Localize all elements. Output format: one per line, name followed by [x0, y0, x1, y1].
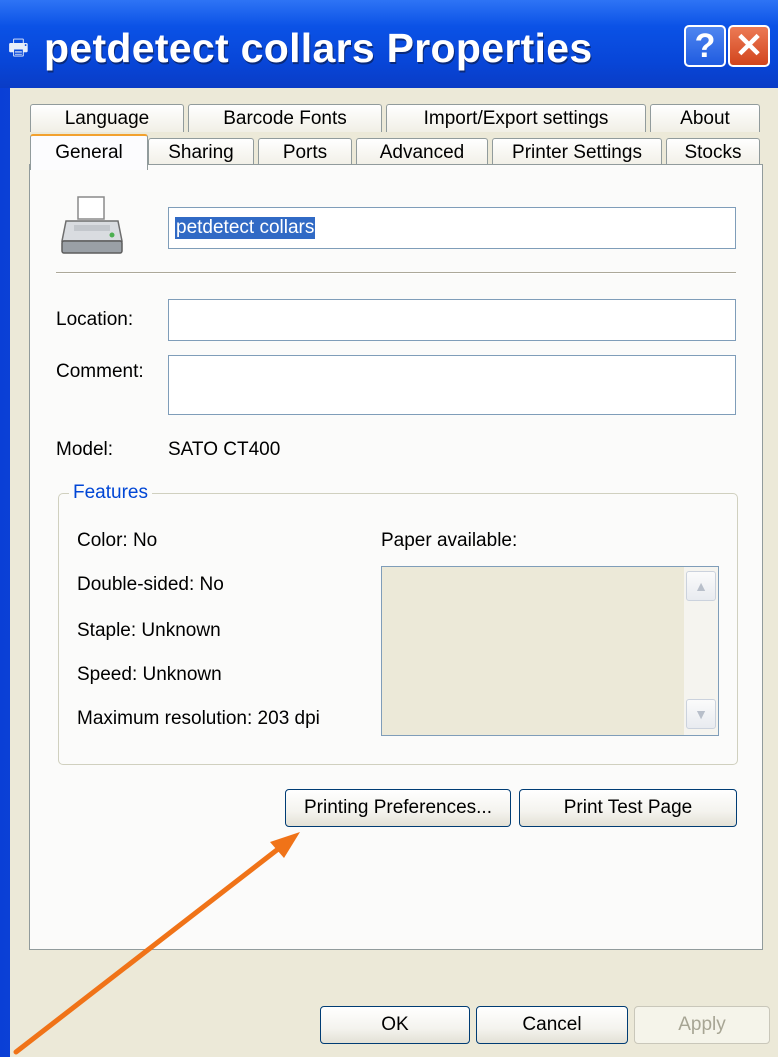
feature-color: Color: No — [77, 530, 158, 551]
close-button[interactable]: ✕ — [728, 25, 770, 67]
tab-barcode-fonts[interactable]: Barcode Fonts — [188, 104, 382, 132]
scroll-down-arrow-icon[interactable]: ▼ — [686, 699, 716, 729]
printer-title-icon: 🖶 — [8, 35, 29, 60]
location-input[interactable] — [168, 299, 736, 341]
printer-name-value: petdetect collars — [175, 217, 316, 239]
title-bar[interactable]: 🖶 petdetect collars Properties ? ✕ — [0, 0, 778, 88]
tab-about[interactable]: About — [650, 104, 760, 132]
comment-label: Comment: — [56, 361, 144, 382]
printing-preferences-button[interactable]: Printing Preferences... — [285, 789, 511, 827]
location-label: Location: — [56, 309, 134, 330]
paper-list-scrollbar[interactable]: ▲ ▼ — [684, 567, 718, 735]
feature-speed: Speed: Unknown — [77, 664, 222, 685]
cancel-button[interactable]: Cancel — [476, 1006, 628, 1044]
paper-available-list[interactable]: ▲ ▼ — [381, 566, 719, 736]
tab-general[interactable]: General — [30, 134, 148, 170]
scroll-up-arrow-icon[interactable]: ▲ — [686, 571, 716, 601]
print-test-page-button[interactable]: Print Test Page — [519, 789, 737, 827]
tab-import-export[interactable]: Import/Export settings — [386, 104, 646, 132]
model-value: SATO CT400 — [168, 439, 281, 460]
printer-icon — [61, 196, 123, 254]
features-title: Features — [69, 482, 152, 504]
feature-staple: Staple: Unknown — [77, 620, 221, 641]
paper-available-label: Paper available: — [381, 530, 518, 551]
printer-name-input[interactable]: petdetect collars — [168, 207, 736, 249]
features-group: Features Color: No Double-sided: No Stap… — [58, 482, 738, 765]
feature-max-resolution: Maximum resolution: 203 dpi — [77, 708, 320, 729]
tab-sharing[interactable]: Sharing — [148, 138, 254, 166]
tab-advanced[interactable]: Advanced — [356, 138, 488, 166]
ok-button[interactable]: OK — [320, 1006, 470, 1044]
model-label: Model: — [56, 439, 114, 460]
apply-button[interactable]: Apply — [634, 1006, 770, 1044]
comment-input[interactable] — [168, 355, 736, 415]
tab-stocks[interactable]: Stocks — [666, 138, 760, 166]
tab-language[interactable]: Language — [30, 104, 184, 132]
window-title: petdetect collars Properties — [44, 25, 593, 71]
dialog-client: Language Barcode Fonts Import/Export set… — [10, 88, 778, 1057]
feature-double-sided: Double-sided: No — [77, 574, 224, 595]
tab-ports[interactable]: Ports — [258, 138, 352, 166]
general-tab-panel: petdetect collars Location: Comment: Mod… — [29, 164, 763, 950]
properties-window: 🖶 petdetect collars Properties ? ✕ Langu… — [0, 0, 778, 1057]
separator-line — [56, 272, 736, 274]
tab-printer-settings[interactable]: Printer Settings — [492, 138, 662, 166]
help-button[interactable]: ? — [684, 25, 726, 67]
tab-row-back: Language Barcode Fonts Import/Export set… — [10, 104, 778, 134]
